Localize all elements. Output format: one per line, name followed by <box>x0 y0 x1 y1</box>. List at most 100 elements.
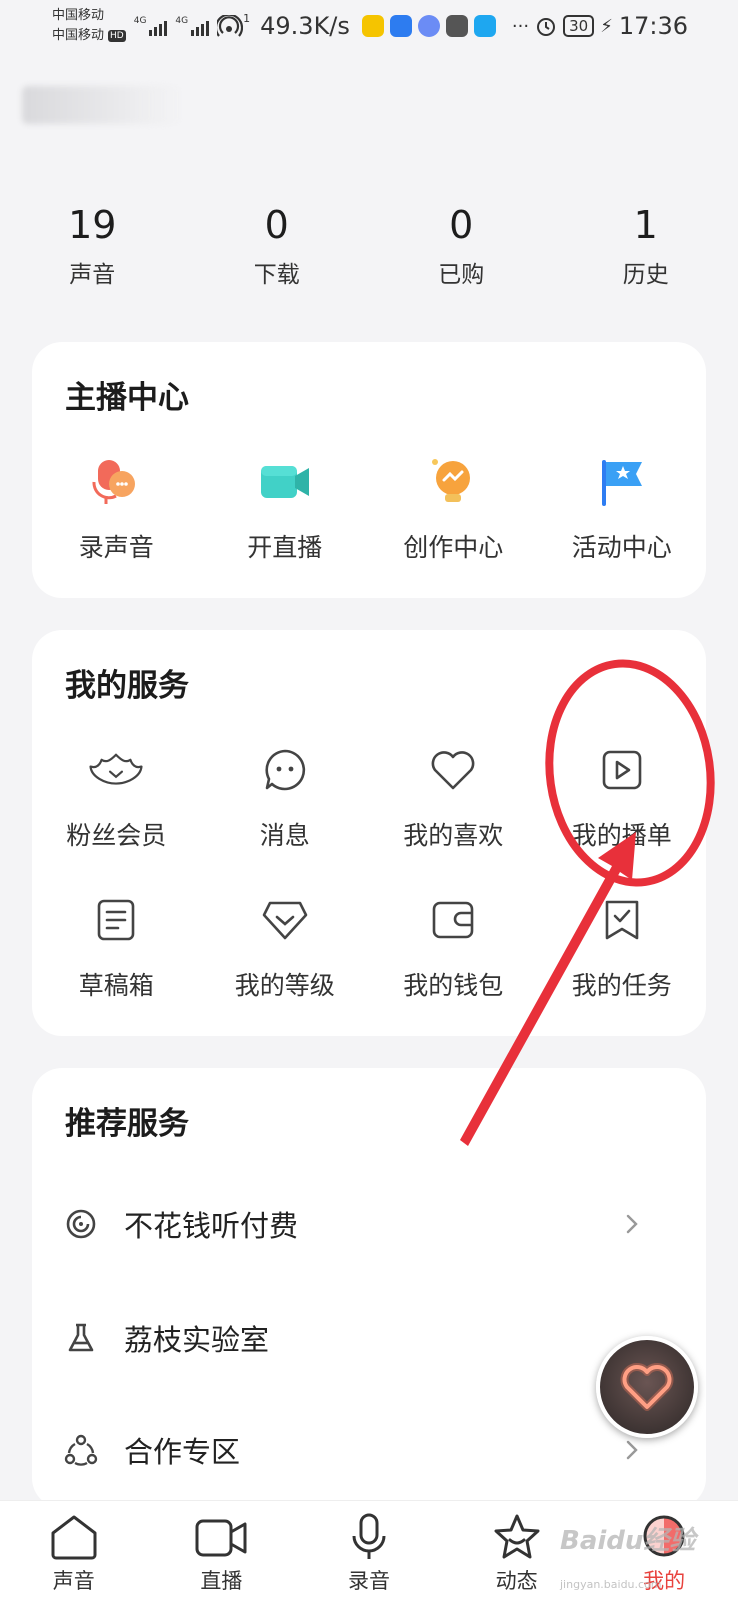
fan-wings-icon <box>88 742 144 798</box>
service-label: 我的等级 <box>234 971 335 1000</box>
rec-item-cooperation[interactable]: 合作专区 <box>32 1420 642 1480</box>
my-services-card: 我的服务 粉丝会员 消息 我的喜欢 我的播单 草稿箱 我的等级 我的钱包 我的任… <box>32 630 706 1036</box>
stat-label: 已购 <box>438 262 485 288</box>
tab-label: 声音 <box>52 1569 95 1593</box>
carrier-info: 中国移动 中国移动 HD <box>52 6 126 46</box>
status-bar: 中国移动 中国移动 HD 4G 4G 1 49.3K/s ··· 30 ⚡ 17:… <box>0 0 738 52</box>
hotspot-count: 1 <box>243 12 251 25</box>
host-item-label: 录声音 <box>78 533 154 562</box>
recommended-title: 推荐服务 <box>65 1106 189 1142</box>
heart-icon <box>425 742 481 798</box>
chevron-right-icon <box>626 1214 638 1234</box>
tab-label: 动态 <box>495 1569 538 1593</box>
stat-label: 声音 <box>69 262 116 288</box>
service-label: 我的喜欢 <box>403 821 504 850</box>
battery-level: 30 <box>563 15 595 37</box>
activity-flag-icon <box>594 454 650 510</box>
watermark-brand: Baidu经验 <box>560 1526 696 1556</box>
service-fan-membership[interactable]: 粉丝会员 <box>32 742 201 852</box>
chevron-right-icon <box>626 1440 638 1460</box>
host-item-label: 创作中心 <box>403 533 504 562</box>
app-icon-4 <box>445 15 468 37</box>
host-center-title: 主播中心 <box>65 380 189 416</box>
carrier-1: 中国移动 <box>52 8 105 23</box>
service-my-level[interactable]: 我的等级 <box>201 892 370 1002</box>
carrier-2: 中国移动 <box>52 28 105 43</box>
app-icon-2 <box>389 15 412 37</box>
stat-value: 0 <box>264 203 289 247</box>
app-icon-5 <box>473 15 496 37</box>
service-label: 消息 <box>259 821 310 850</box>
flask-icon <box>64 1321 98 1355</box>
service-my-tasks[interactable]: 我的任务 <box>538 892 707 1002</box>
stat-value: 0 <box>449 203 474 247</box>
service-label: 草稿箱 <box>78 971 154 1000</box>
service-label: 我的播单 <box>571 821 672 850</box>
app-icon-1 <box>361 15 384 37</box>
charging-icon: ⚡ <box>600 15 613 37</box>
star-icon <box>490 1511 544 1563</box>
rec-item-label: 合作专区 <box>124 1435 241 1469</box>
stats-row: 19 声音 0 下载 0 已购 1 历史 <box>0 195 738 295</box>
host-item-record[interactable]: 录声音 <box>32 454 201 564</box>
tab-label: 录音 <box>347 1569 390 1593</box>
microphone-icon <box>342 1511 396 1563</box>
stat-purchased[interactable]: 0 已购 <box>369 195 554 295</box>
username-blurred[interactable] <box>22 86 182 124</box>
tab-live[interactable]: 直播 <box>148 1501 296 1600</box>
floating-heart-button[interactable] <box>596 1336 698 1438</box>
network-type-1: 4G <box>133 16 147 26</box>
host-item-creation[interactable]: 创作中心 <box>369 454 538 564</box>
stat-label: 下载 <box>253 262 300 288</box>
live-camera-icon <box>257 454 313 510</box>
service-my-playlist[interactable]: 我的播单 <box>538 742 707 852</box>
watermark-url: jingyan.baidu.com <box>560 1578 662 1591</box>
neon-heart-icon <box>620 1363 674 1411</box>
live-camera-tab-icon <box>194 1511 248 1563</box>
stat-history[interactable]: 1 历史 <box>554 195 738 295</box>
service-messages[interactable]: 消息 <box>201 742 370 852</box>
cooperation-icon <box>64 1433 98 1467</box>
signal-icon: 4G <box>134 16 168 36</box>
host-item-label: 活动中心 <box>571 533 672 562</box>
network-type-2: 4G <box>175 16 189 26</box>
stat-value: 19 <box>68 203 117 247</box>
rec-item-free-listen[interactable]: 不花钱听付费 <box>32 1194 642 1254</box>
my-services-title: 我的服务 <box>65 668 189 704</box>
service-drafts[interactable]: 草稿箱 <box>32 892 201 1002</box>
tab-sound[interactable]: 声音 <box>0 1501 148 1600</box>
clock: 17:36 <box>618 12 688 40</box>
level-diamond-icon <box>257 892 313 948</box>
hd-badge: HD <box>108 30 126 42</box>
tab-record[interactable]: 录音 <box>295 1501 443 1600</box>
notification-app-icons <box>361 15 496 37</box>
tab-label: 直播 <box>200 1569 243 1593</box>
service-label: 我的钱包 <box>403 971 504 1000</box>
hotspot-icon <box>217 15 244 37</box>
service-label: 我的任务 <box>571 971 672 1000</box>
app-icon-3 <box>417 15 440 37</box>
stat-downloads[interactable]: 0 下载 <box>185 195 370 295</box>
host-item-label: 开直播 <box>247 533 323 562</box>
stat-label: 历史 <box>622 262 669 288</box>
task-bookmark-icon <box>594 892 650 948</box>
draft-doc-icon <box>88 892 144 948</box>
home-icon <box>47 1511 101 1563</box>
stat-value: 1 <box>633 203 658 247</box>
message-bubble-icon <box>257 742 313 798</box>
signal-icon-2: 4G <box>175 16 210 36</box>
stat-sounds[interactable]: 19 声音 <box>0 195 185 295</box>
creation-bulb-icon <box>425 454 481 510</box>
host-center-card: 主播中心 录声音 开直播 创作中心 活动中心 <box>32 342 706 598</box>
network-speed: 49.3K/s <box>260 12 350 40</box>
host-item-activity[interactable]: 活动中心 <box>538 454 707 564</box>
service-wallet[interactable]: 我的钱包 <box>369 892 538 1002</box>
service-my-likes[interactable]: 我的喜欢 <box>369 742 538 852</box>
more-notifications-icon: ··· <box>511 15 530 37</box>
alarm-icon <box>537 18 556 36</box>
host-item-live[interactable]: 开直播 <box>201 454 370 564</box>
disc-icon <box>64 1207 98 1241</box>
rec-item-lab[interactable]: 荔枝实验室 <box>32 1308 642 1368</box>
service-label: 粉丝会员 <box>66 821 167 850</box>
rec-item-label: 不花钱听付费 <box>124 1209 299 1243</box>
